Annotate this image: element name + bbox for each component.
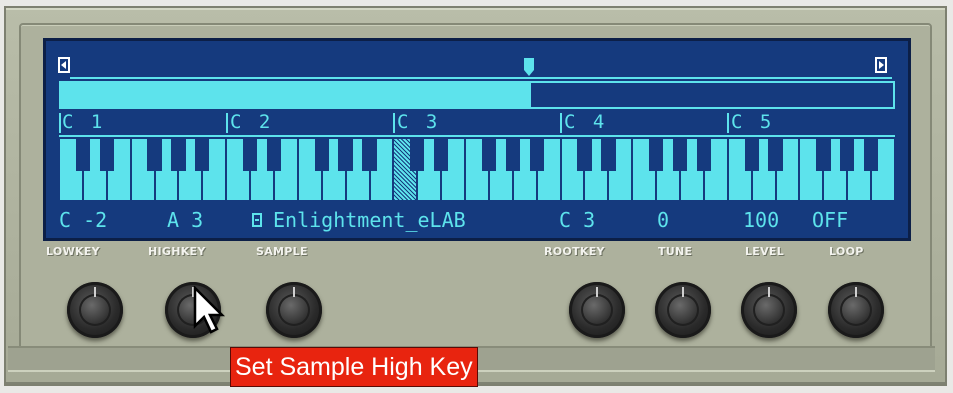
rootkey-value: C 3	[559, 208, 596, 232]
black-key[interactable]	[577, 137, 592, 171]
black-key[interactable]	[338, 137, 353, 171]
rootkey-knob[interactable]	[569, 282, 625, 338]
black-key[interactable]	[816, 137, 831, 171]
scroll-right-icon[interactable]	[875, 57, 887, 73]
lowkey-label: LOWKEY	[46, 245, 100, 258]
black-key[interactable]	[481, 137, 497, 171]
rootkey-label: ROOTKEY	[544, 245, 605, 258]
tooltip: Set Sample High Key	[230, 347, 478, 387]
octave-label-c3: C 3	[397, 111, 441, 133]
black-key[interactable]	[147, 137, 162, 171]
black-key[interactable]	[601, 137, 616, 171]
black-key[interactable]	[314, 137, 329, 171]
black-key[interactable]	[672, 137, 688, 171]
octave-label-c2: C 2	[230, 111, 274, 133]
black-key[interactable]	[434, 137, 449, 171]
black-key[interactable]	[362, 137, 377, 171]
highkey-value: A 3	[167, 208, 204, 232]
key-zone-bar[interactable]	[59, 81, 895, 109]
black-key[interactable]	[75, 137, 91, 171]
black-key[interactable]	[529, 137, 544, 171]
level-knob[interactable]	[741, 282, 797, 338]
loop-knob[interactable]	[828, 282, 884, 338]
piano-keyboard[interactable]	[59, 135, 895, 200]
black-key[interactable]	[840, 137, 855, 171]
black-key[interactable]	[863, 137, 879, 171]
black-key[interactable]	[99, 137, 114, 171]
lowkey-knob[interactable]	[67, 282, 123, 338]
lowkey-value: C -2	[59, 208, 108, 232]
tune-label: TUNE	[658, 245, 693, 258]
octave-tick	[226, 113, 228, 133]
black-key[interactable]	[768, 137, 783, 171]
octave-ruler: C 1 C 2 C 3 C 4 C 5	[59, 111, 895, 133]
sample-icon	[252, 213, 262, 227]
key-zone-fill	[61, 83, 531, 107]
black-key[interactable]	[195, 137, 210, 171]
tune-value: 0	[657, 208, 670, 232]
black-key[interactable]	[171, 137, 186, 171]
loop-value: OFF	[812, 208, 849, 232]
scroll-left-icon[interactable]	[58, 57, 70, 73]
octave-tick	[59, 113, 61, 133]
octave-label-c4: C 4	[564, 111, 608, 133]
scroll-track	[70, 77, 892, 79]
tune-knob[interactable]	[655, 282, 711, 338]
black-key[interactable]	[266, 137, 282, 171]
zone-info-row: C -2 A 3 Enlightment_eLAB C 3 0 100 OFF	[59, 207, 895, 233]
highkey-label: HIGHKEY	[148, 245, 206, 258]
black-key[interactable]	[696, 137, 712, 171]
sample-name-value: Enlightment_eLAB	[273, 208, 466, 232]
level-value: 100	[743, 208, 780, 232]
octave-tick	[393, 113, 395, 133]
octave-tick	[560, 113, 562, 133]
zone-marker-icon[interactable]	[524, 58, 534, 77]
key-map-display: C 1 C 2 C 3 C 4 C 5 C -2 A 3 Enlightment…	[43, 38, 911, 241]
octave-label-c1: C 1	[62, 111, 106, 133]
black-key[interactable]	[744, 137, 759, 171]
black-key[interactable]	[242, 137, 258, 171]
level-label: LEVEL	[745, 245, 785, 258]
black-key[interactable]	[410, 137, 425, 171]
black-key[interactable]	[505, 137, 520, 171]
sample-label: SAMPLE	[256, 245, 308, 258]
sample-knob[interactable]	[266, 282, 322, 338]
loop-label: LOOP	[829, 245, 864, 258]
octave-label-c5: C 5	[731, 111, 775, 133]
octave-tick	[727, 113, 729, 133]
mouse-cursor-icon	[193, 286, 226, 334]
black-key[interactable]	[648, 137, 664, 171]
